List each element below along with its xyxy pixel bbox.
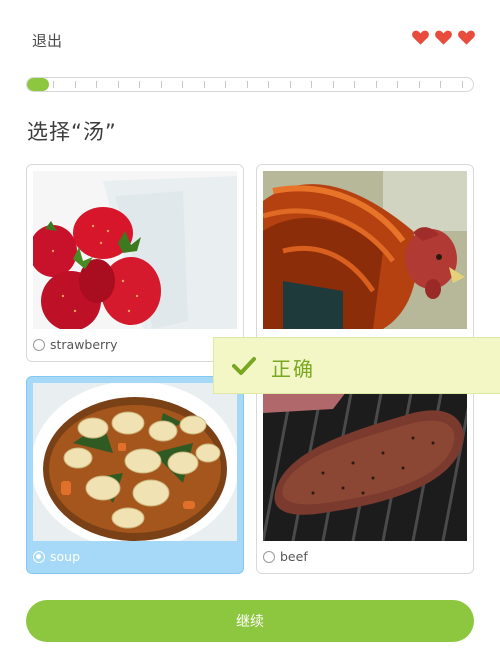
choice-card-strawberry[interactable]: strawberry (26, 164, 244, 362)
progress-tick (203, 81, 205, 88)
choice-option[interactable]: beef (263, 549, 308, 564)
tortellini-soup-image (33, 383, 237, 541)
rooster-image (263, 171, 467, 329)
choice-label: soup (50, 549, 81, 564)
continue-button[interactable]: 继续 (26, 600, 474, 642)
heart-icon (412, 30, 429, 45)
lives-indicator (411, 28, 476, 47)
choice-label: strawberry (50, 337, 118, 352)
progress-tick (160, 81, 162, 88)
choice-card-beef[interactable]: beef (256, 376, 474, 574)
progress-tick (311, 81, 313, 88)
progress-tick (354, 81, 356, 88)
progress-tick (139, 81, 141, 88)
progress-tick (182, 81, 184, 88)
progress-tick (225, 81, 227, 88)
choice-label: beef (280, 549, 308, 564)
choice-card-soup[interactable]: soup (26, 376, 244, 574)
progress-tick (375, 81, 377, 88)
progress-tick (96, 81, 98, 88)
radio-button[interactable] (263, 550, 275, 563)
radio-button[interactable] (33, 338, 45, 351)
strawberries-image (33, 171, 237, 329)
progress-tick (246, 81, 248, 88)
check-icon (232, 357, 256, 375)
progress-tick (117, 81, 119, 88)
top-bar: 退出 (0, 0, 500, 70)
correct-feedback-banner: 正确 (213, 337, 500, 394)
progress-tick (440, 81, 442, 88)
exit-button[interactable]: 退出 (32, 30, 62, 51)
radio-button-selected[interactable] (33, 550, 45, 563)
progress-ticks (53, 78, 463, 91)
choice-card-rooster[interactable] (256, 164, 474, 362)
progress-tick (53, 81, 54, 88)
heart-icon (458, 30, 475, 45)
feedback-text: 正确 (271, 357, 315, 381)
choice-option[interactable]: strawberry (33, 337, 118, 352)
progress-tick (461, 81, 463, 88)
progress-tick (418, 81, 420, 88)
progress-tick (397, 81, 399, 88)
progress-fill (27, 78, 50, 91)
question-prompt: 选择“汤” (27, 120, 117, 144)
grilled-steak-image (263, 383, 467, 541)
lesson-progress-bar (26, 77, 474, 92)
progress-tick (289, 81, 291, 88)
choice-option[interactable]: soup (33, 549, 80, 564)
heart-icon (435, 30, 452, 45)
progress-tick (74, 81, 76, 88)
progress-tick (268, 81, 270, 88)
progress-tick (332, 81, 334, 88)
